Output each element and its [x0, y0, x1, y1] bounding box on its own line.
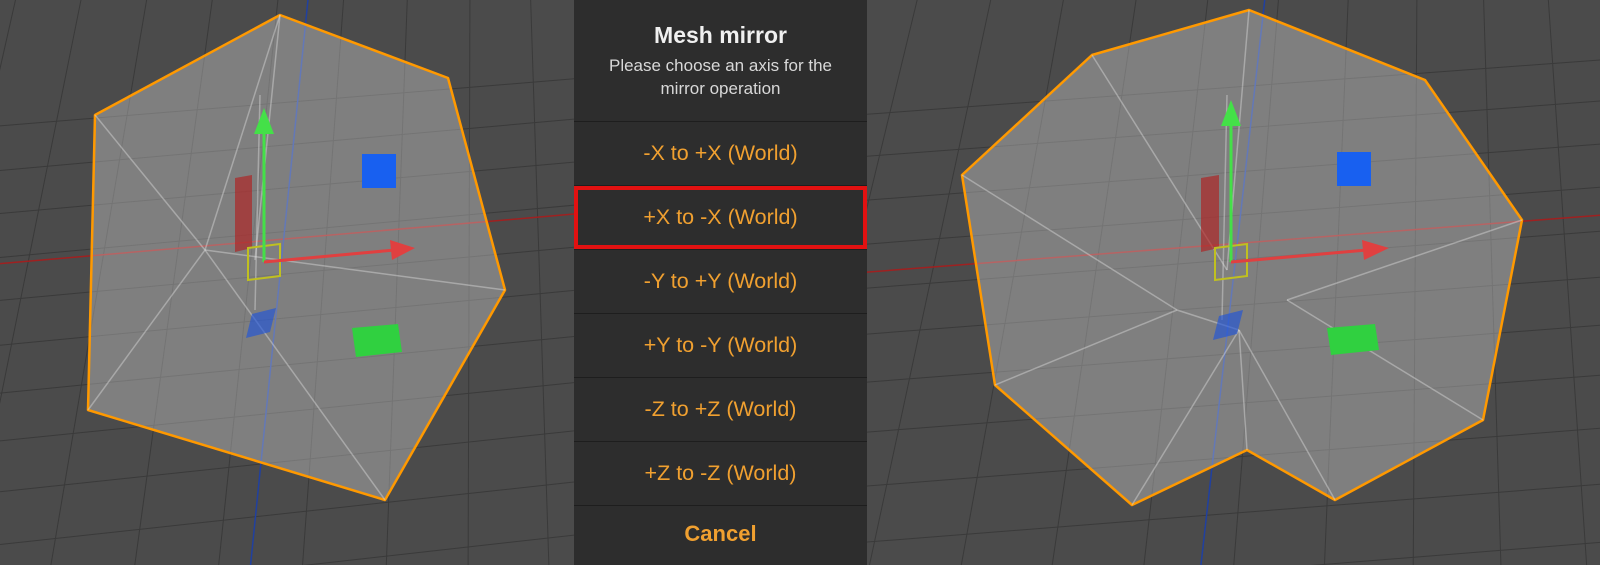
axis-option-neg-x[interactable]: -X to +X (World) — [574, 121, 867, 185]
mesh-outline — [88, 15, 505, 500]
axis-option-pos-z[interactable]: +Z to -Z (World) — [574, 441, 867, 505]
viewport-after[interactable] — [867, 0, 1600, 565]
axis-option-pos-y[interactable]: +Y to -Y (World) — [574, 313, 867, 377]
handle-blue-icon[interactable] — [1337, 152, 1371, 186]
cancel-button[interactable]: Cancel — [574, 505, 867, 561]
axis-option-label: +Z to -Z (World) — [645, 461, 797, 485]
handle-blue-icon[interactable] — [362, 154, 396, 188]
axis-option-label: -Y to +Y (World) — [644, 269, 798, 293]
axis-option-label: -Z to +Z (World) — [645, 397, 797, 421]
root: Mesh mirror Please choose an axis for th… — [0, 0, 1600, 565]
handle-green-icon[interactable] — [1327, 324, 1379, 355]
cancel-label: Cancel — [684, 521, 756, 546]
axis-option-list: -X to +X (World) +X to -X (World) -Y to … — [574, 121, 867, 505]
axis-option-pos-x[interactable]: +X to -X (World) — [574, 185, 867, 249]
panel-title: Mesh mirror — [588, 22, 853, 49]
axis-option-neg-z[interactable]: -Z to +Z (World) — [574, 377, 867, 441]
panel-header: Mesh mirror Please choose an axis for th… — [574, 0, 867, 107]
red-plane-icon — [1201, 175, 1219, 252]
axis-option-label: +X to -X (World) — [643, 205, 797, 229]
panel-subtitle: Please choose an axis for the mirror ope… — [588, 55, 853, 101]
red-plane-icon — [235, 175, 252, 252]
mirror-panel: Mesh mirror Please choose an axis for th… — [574, 0, 867, 565]
viewport-after-canvas — [867, 0, 1600, 565]
viewport-before[interactable] — [0, 0, 574, 565]
axis-option-label: +Y to -Y (World) — [644, 333, 798, 357]
handle-green-icon[interactable] — [352, 324, 402, 357]
axis-option-label: -X to +X (World) — [643, 141, 797, 165]
axis-option-neg-y[interactable]: -Y to +Y (World) — [574, 249, 867, 313]
viewport-before-canvas — [0, 0, 574, 565]
